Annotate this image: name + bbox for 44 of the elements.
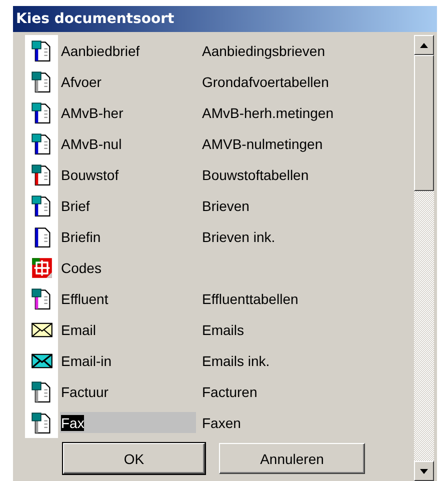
- document-type-name[interactable]: Fax: [60, 412, 196, 433]
- down-arrow-icon: [420, 468, 428, 474]
- window-title: Kies documentsoort: [16, 11, 174, 27]
- vertical-scrollbar[interactable]: [414, 35, 434, 481]
- document-type-name[interactable]: Codes: [60, 257, 196, 278]
- document-type-name[interactable]: Briefin: [60, 226, 196, 247]
- document-icon: [30, 102, 52, 124]
- document-type-name[interactable]: Factuur: [60, 381, 196, 402]
- document-icon: [30, 288, 52, 310]
- document-icon: [30, 412, 52, 434]
- document-type-name[interactable]: AMvB-her: [60, 102, 196, 123]
- document-type-description: Aanbiedingsbrieven: [202, 42, 325, 58]
- document-icon: [30, 70, 52, 92]
- scroll-down-button[interactable]: [414, 461, 434, 481]
- document-type-description: Grondafvoertabellen: [202, 74, 329, 90]
- ok-button[interactable]: OK: [63, 443, 205, 474]
- document-icon: [30, 380, 52, 402]
- document-type-name[interactable]: Email-in: [60, 350, 196, 371]
- document-type-description: Emails: [202, 322, 244, 338]
- document-type-description: Brieven: [202, 198, 250, 214]
- document-type-description: AMvB-herh.metingen: [202, 104, 334, 120]
- document-icon: [30, 194, 52, 216]
- document-icon: [30, 40, 52, 62]
- document-type-name[interactable]: Brief: [60, 195, 196, 216]
- document-type-name[interactable]: Bouwstof: [60, 164, 196, 185]
- document-type-description: Faxen: [202, 414, 241, 430]
- document-icon: [30, 164, 52, 186]
- cancel-button[interactable]: Annuleren: [219, 443, 365, 474]
- document-type-name[interactable]: Email: [60, 319, 196, 340]
- document-icon: [30, 132, 52, 154]
- document-type-description: AMVB-nulmetingen: [202, 136, 323, 152]
- document-type-description: Bouwstoftabellen: [202, 166, 309, 182]
- document-type-name[interactable]: Afvoer: [60, 71, 196, 92]
- scrollbar-thumb[interactable]: [414, 55, 434, 191]
- document-type-description: Effluenttabellen: [202, 290, 298, 306]
- document-type-description: Facturen: [202, 384, 258, 400]
- document-type-description: Emails ink.: [202, 352, 270, 368]
- document-type-name[interactable]: Effluent: [60, 288, 196, 309]
- scroll-up-button[interactable]: [414, 35, 434, 55]
- document-type-description: Brieven ink.: [202, 228, 276, 244]
- up-arrow-icon: [420, 42, 428, 48]
- document-type-name[interactable]: Aanbiedbrief: [60, 40, 196, 61]
- grid-document-icon: [30, 256, 52, 278]
- document-type-name[interactable]: AMvB-nul: [60, 133, 196, 154]
